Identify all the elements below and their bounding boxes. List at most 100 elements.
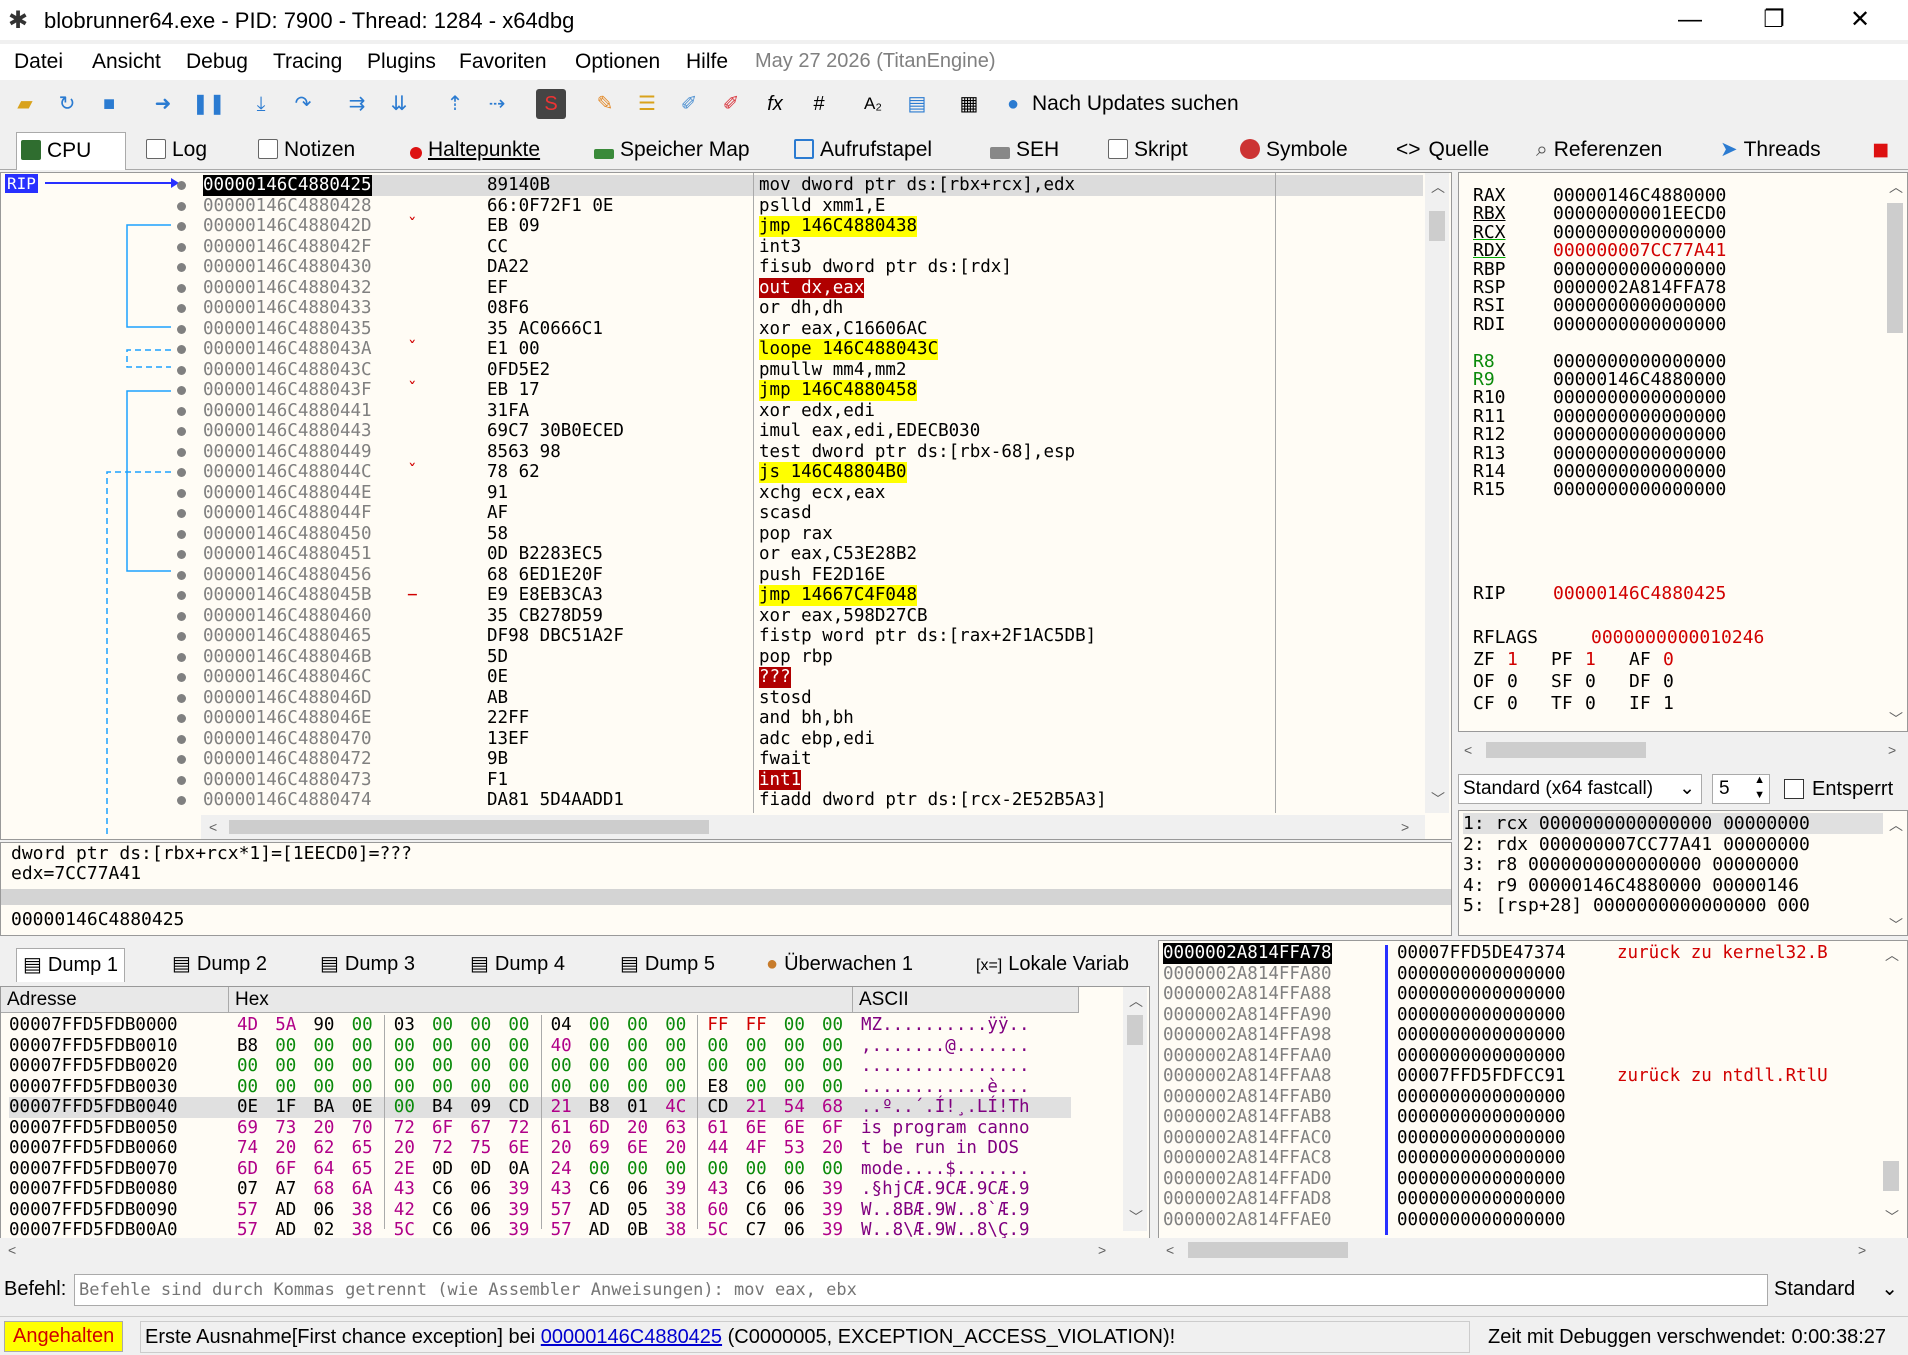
breakpoint-dot[interactable] [177,550,186,559]
open-icon[interactable]: ▰ [10,89,40,119]
breakpoint-dot[interactable] [177,570,186,580]
unlock-checkbox[interactable] [1784,779,1804,799]
stack-row[interactable]: 0000002A814FFA80 0000000000000000 [1163,964,1877,985]
restart-icon[interactable]: ↻ [52,89,82,119]
run-to-user-code-icon[interactable]: ⇢ [482,89,512,119]
disasm-row[interactable]: 00000146C4880456 68 6ED1E20F push FE2D16E [203,565,1423,586]
trace-into-icon[interactable]: ⇉ [342,89,372,119]
tab-local-vars[interactable]: [x=] Lokale Variab [976,948,1129,982]
breakpoint-dot[interactable] [177,591,186,600]
breakpoint-dot[interactable] [177,734,186,744]
tab-breakpoints[interactable]: Haltepunkte [406,132,566,170]
breakpoint-dot[interactable] [177,406,186,416]
tab-watch-1[interactable]: ● Überwachen 1 [766,948,913,982]
dump-row[interactable]: 00007FFD5FDB0030 00 00 00 00 00 00 00 00 00 00 00 00… [9,1077,1119,1098]
disasm-row[interactable]: 00000146C488044E 91 xchg ecx,eax [203,483,1423,504]
menu-plugins[interactable]: Plugins [367,50,436,74]
tab-symbols[interactable]: Symbole [1236,132,1356,170]
check-updates-button[interactable]: Nach Updates suchen [1032,92,1239,116]
tab-source[interactable]: <> Quelle [1392,132,1492,170]
dump-vscroll[interactable]: ︿ ﹀ [1123,987,1147,1231]
stop-icon[interactable]: ■ [94,89,124,119]
menu-datei[interactable]: Datei [14,50,63,74]
stack-row[interactable]: 0000002A814FFAB0 0000000000000000 [1163,1087,1877,1108]
stack-vscroll[interactable]: ︿ ﹀ [1879,941,1903,1231]
stack-row[interactable]: 0000002A814FFAE0 0000000000000000 [1163,1210,1877,1231]
breakpoint-dot[interactable] [177,652,186,662]
breakpoint-dot[interactable] [177,775,186,785]
breakpoint-dot[interactable] [177,468,186,477]
disasm-row[interactable]: 00000146C488044C 78 62 js 146C48804B0 ˇ [203,462,1423,483]
dump-row[interactable]: 00007FFD5FDB0070 6D 6F 64 65 2E 0D 0D 0A 24 00 00 00… [9,1159,1119,1180]
disasm-row[interactable]: 00000146C4880430 DA22 fisub dword ptr ds:[… [203,257,1423,278]
tab-script[interactable]: Skript [1104,132,1204,170]
pause-icon[interactable]: ❚❚ [192,89,226,119]
step-into-icon[interactable]: ⤓ [246,89,276,119]
calls-icon[interactable]: ▤ [902,89,932,119]
stack-pane[interactable]: 0000002A814FFA78 00007FFD5DE47374 zurück z… [1158,940,1908,1244]
stack-row[interactable]: 0000002A814FFA78 00007FFD5DE47374 zurück z… [1163,943,1877,964]
breakpoint-dot[interactable] [177,386,186,395]
stack-row[interactable]: 0000002A814FFAC0 0000000000000000 [1163,1128,1877,1149]
disasm-row[interactable]: 00000146C488042F CC int3 [203,237,1423,258]
exception-address-link[interactable]: 00000146C4880425 [541,1326,722,1348]
stack-hscroll[interactable]: < > [1158,1238,1908,1262]
disasm-row[interactable]: 00000146C4880432 EF out dx,eax [203,277,1423,298]
trace-over-icon[interactable]: ⇊ [384,89,414,119]
menu-debug[interactable]: Debug [186,50,248,74]
tab-overflow[interactable]: ◼ [1868,132,1908,170]
argument-row[interactable]: 1: rcx 0000000000000000 00000000 [1463,813,1883,834]
disasm-row[interactable]: 00000146C4880470 13EF adc ebp,edi [203,729,1423,750]
disasm-row[interactable]: 00000146C4880450 58 pop rax [203,524,1423,545]
breakpoint-dot[interactable] [177,488,186,498]
tab-dump-2[interactable]: ▤ Dump 2 [172,948,267,982]
breakpoint-dot[interactable] [177,283,186,293]
breakpoint-dot[interactable] [177,509,186,518]
stack-row[interactable]: 0000002A814FFAB8 0000000000000000 [1163,1107,1877,1128]
command-mode-select[interactable]: Standard ⌄ [1770,1274,1904,1306]
disasm-row[interactable]: 00000146C488044F AF scasd [203,503,1423,524]
breakpoint-dot[interactable] [177,365,186,375]
menu-favoriten[interactable]: Favoriten [459,50,547,74]
disasm-row[interactable]: 00000146C488046C 0E??? [203,667,1423,688]
breakpoint-dot[interactable] [177,796,186,805]
breakpoint-dot[interactable] [177,632,186,641]
dump-row[interactable]: 00007FFD5FDB0000 4D 5A 90 00 03 00 00 00 04 00 00 00… [9,1015,1119,1036]
tab-seh[interactable]: SEH [986,132,1076,170]
registers-pane[interactable]: RAX 00000146C4880000 RBX 00000000001EECD0 RC… [1458,172,1908,732]
disasm-row[interactable]: 00000146C4880474 DA81 5D4AADD1 fiadd dword… [203,790,1423,811]
disasm-row[interactable]: 00000146C4880425 89140B mov dword ptr ds:[… [203,175,1423,196]
dump-row[interactable]: 00007FFD5FDB0050 69 73 20 70 72 6F 67 72 61 6D 20 63… [9,1118,1119,1139]
menu-ansicht[interactable]: Ansicht [92,50,161,74]
breakpoint-dot[interactable] [177,304,186,313]
tab-memory-map[interactable]: Speicher Map [590,132,760,170]
tab-dump-4[interactable]: ▤ Dump 4 [470,948,565,982]
disasm-row[interactable]: 00000146C488046D AB stosd [203,688,1423,709]
disasm-row[interactable]: 00000146C4880449 8563 98 test dword ptr ds… [203,442,1423,463]
dump-row[interactable]: 00007FFD5FDB0090 57 AD 06 38 42 C6 06 39 57 AD 05 38… [9,1200,1119,1221]
stack-row[interactable]: 0000002A814FFA90 0000000000000000 [1163,1005,1877,1026]
tab-log[interactable]: Log [142,132,242,170]
execute-till-return-icon[interactable]: ⇡ [440,89,470,119]
tab-notes[interactable]: Notizen [254,132,384,170]
dump-hscroll[interactable]: < > [0,1238,1150,1262]
breakpoint-dot[interactable] [177,222,186,231]
hash-icon[interactable]: # [804,89,834,119]
breakpoint-dot[interactable] [177,673,186,682]
tab-dump-5[interactable]: ▤ Dump 5 [620,948,715,982]
breakpoint-dot[interactable] [177,324,186,334]
dump-header-hex[interactable]: Hex [229,987,853,1013]
disasm-row[interactable]: 00000146C488043A E1 00 loope 146C488043C ˇ [203,339,1423,360]
breakpoint-dot[interactable] [177,447,186,457]
minimize-button[interactable]: — [1648,0,1732,40]
disasm-row[interactable]: 00000146C488043F EB 17 jmp 146C4880458 ˇ [203,380,1423,401]
arguments-pane[interactable]: 1: rcx 0000000000000000 00000000 2: rdx 0… [1458,810,1908,936]
breakpoint-dot[interactable] [177,611,186,621]
step-over-icon[interactable]: ↷ [288,89,318,119]
disasm-row[interactable]: 00000146C4880465 DF98 DBC51A2F fistp word … [203,626,1423,647]
stack-row[interactable]: 0000002A814FFAA8 00007FFD5FDFCC91 zurück z… [1163,1066,1877,1087]
argument-row[interactable]: 4: r9 00000146C4880000 00000146 [1463,875,1799,896]
disasm-hscroll[interactable]: < > [201,815,1425,839]
disasm-row[interactable]: 00000146C4880443 69C7 30B0ECED imul eax,ed… [203,421,1423,442]
regs-hscroll[interactable]: < > [1458,738,1908,762]
